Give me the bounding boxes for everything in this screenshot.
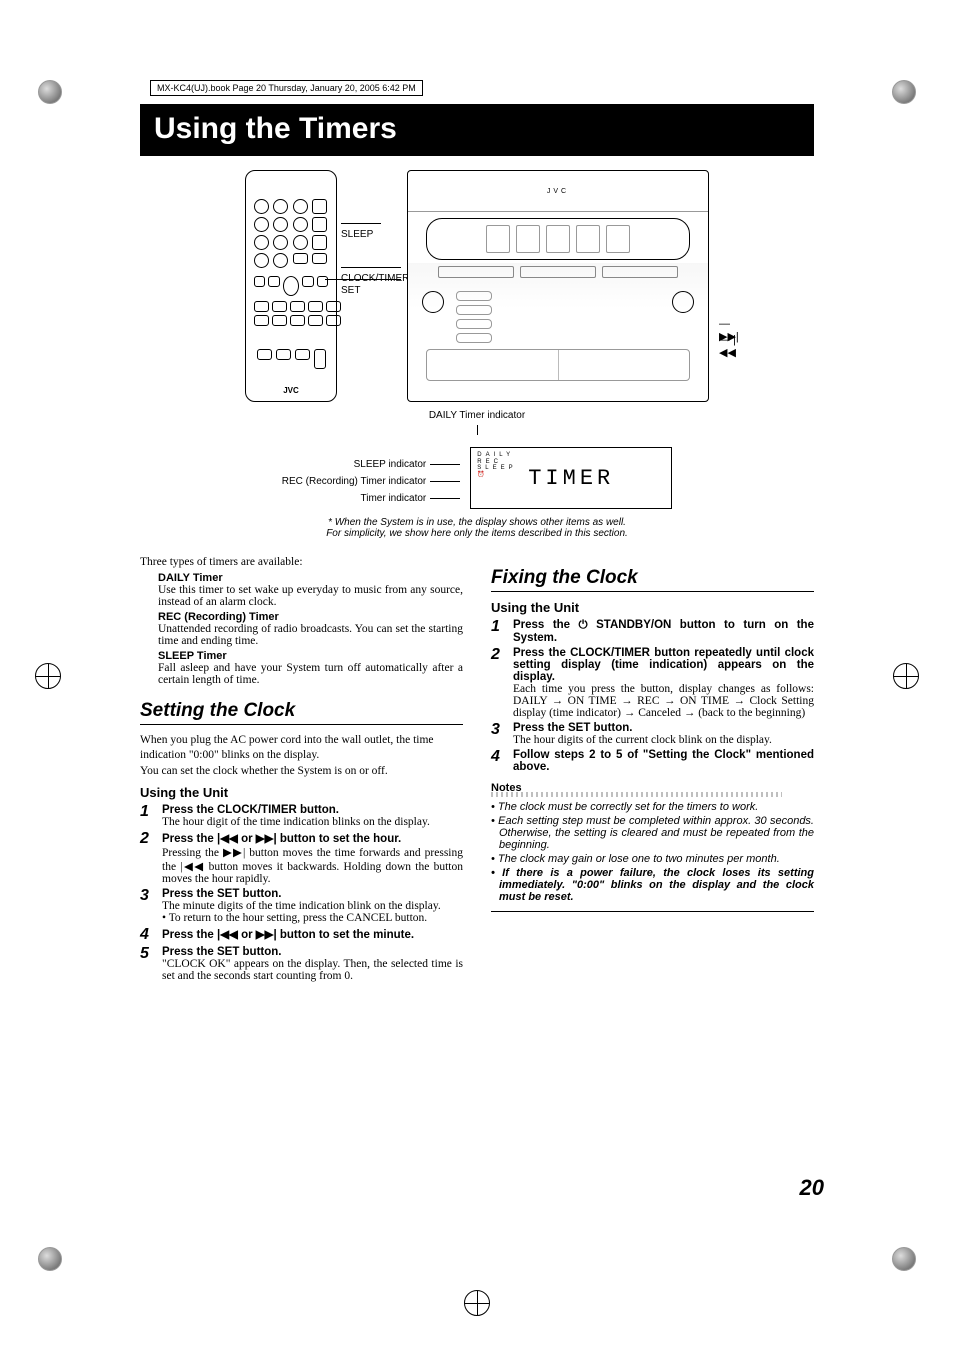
subhead-using-unit: Using the Unit — [491, 600, 814, 615]
callout-daily-timer-indicator: DAILY Timer indicator — [429, 410, 525, 435]
diagram-footnote: * When the System is in use, the display… — [140, 517, 814, 539]
power-icon: ⏻ — [579, 619, 588, 631]
term-daily: DAILY Timer — [158, 572, 463, 584]
brand-label: JVC — [408, 171, 708, 212]
step-4: 4 Press the |◀◀ or ▶▶| button to set the… — [140, 927, 463, 943]
callout-sleep: SLEEP — [341, 218, 381, 240]
divider — [140, 724, 463, 725]
callout-rec-indicator: REC (Recording) Timer indicator — [282, 476, 461, 487]
fix-step-4: 4 Follow steps 2 to 5 of "Setting the Cl… — [491, 749, 814, 773]
term-rec: REC (Recording) Timer — [158, 611, 463, 623]
notes-heading: Notes — [491, 782, 522, 794]
divider — [491, 591, 814, 592]
step-3: 3 Press the SET button. The minute digit… — [140, 888, 463, 924]
display-panel: DAILYRECSLEEP⏰ TIMER — [470, 447, 672, 509]
term-sleep: SLEEP Timer — [158, 650, 463, 662]
display-text: TIMER — [528, 466, 614, 491]
fix-step-3: 3 Press the SET button. The hour digits … — [491, 722, 814, 746]
corner-ornament — [892, 80, 916, 104]
fix-step-1: 1 Press the ⏻ STANDBY/ON button to turn … — [491, 619, 814, 644]
callout-timer-indicator: Timer indicator — [282, 493, 461, 504]
system-diagram: JVC — [407, 170, 709, 402]
corner-ornament — [892, 1247, 916, 1271]
step-1: 1 Press the CLOCK/TIMER button. The hour… — [140, 804, 463, 828]
corner-ornament — [38, 80, 62, 104]
step-5: 5 Press the SET button. "CLOCK OK" appea… — [140, 946, 463, 982]
callout-prev-track: — |◀◀ — [719, 334, 749, 359]
desc-sleep: Fall asleep and have your System turn of… — [158, 662, 463, 686]
registration-mark — [35, 663, 61, 689]
corner-ornament — [38, 1247, 62, 1271]
brand-label: JVC — [246, 386, 336, 395]
diagram: JVC SLEEP CLOCK/TIMER SET JVC — [140, 170, 814, 402]
page-title: Using the Timers — [140, 104, 814, 156]
setting-para: When you plug the AC power cord into the… — [140, 733, 463, 762]
intro-line: Three types of timers are available: — [140, 555, 463, 569]
callout-sleep-indicator: SLEEP indicator — [282, 459, 461, 470]
section-fixing-clock: Fixing the Clock — [491, 567, 814, 589]
source-file-header: MX-KC4(UJ).book Page 20 Thursday, Januar… — [150, 80, 423, 96]
page-number: 20 — [800, 1175, 824, 1201]
notes-list: • The clock must be correctly set for th… — [491, 801, 814, 903]
step-2: 2 Press the |◀◀ or ▶▶| button to set the… — [140, 831, 463, 885]
desc-daily: Use this timer to set wake up everyday t… — [158, 584, 463, 608]
registration-mark — [893, 663, 919, 689]
setting-para: You can set the clock whether the System… — [140, 764, 463, 778]
subhead-using-unit: Using the Unit — [140, 785, 463, 800]
section-setting-clock: Setting the Clock — [140, 700, 463, 722]
desc-rec: Unattended recording of radio broadcasts… — [158, 623, 463, 647]
fix-step-2: 2 Press the CLOCK/TIMER button repeatedl… — [491, 647, 814, 719]
divider — [491, 911, 814, 912]
registration-mark — [464, 1290, 490, 1316]
remote-diagram: JVC — [245, 170, 337, 402]
callout-set: SET — [341, 274, 401, 296]
